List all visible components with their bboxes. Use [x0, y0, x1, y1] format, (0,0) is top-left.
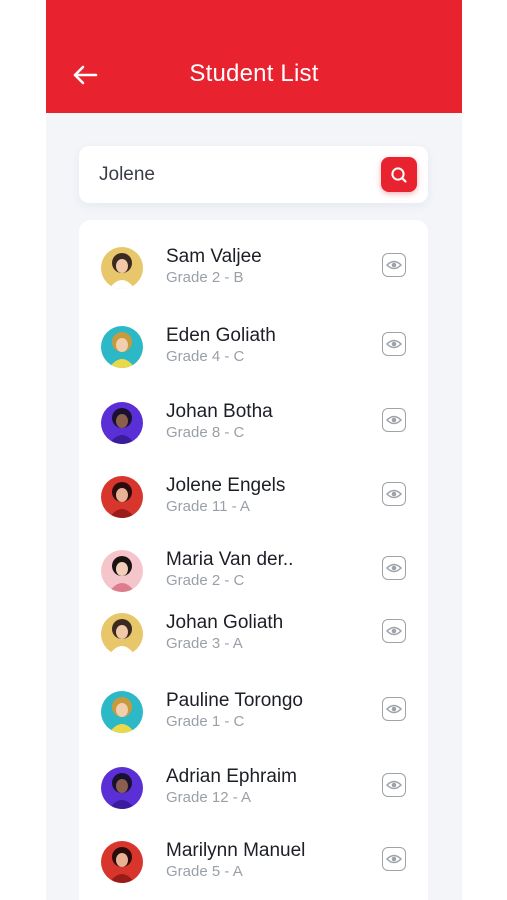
app-screen: Student List Sam Valjee Grade 2 - B Eden G… — [46, 0, 462, 900]
student-avatar — [101, 550, 143, 592]
student-name: Maria Van der.. — [166, 549, 294, 570]
student-name: Adrian Ephraim — [166, 766, 297, 787]
student-row[interactable]: Maria Van der.. Grade 2 - C — [79, 541, 428, 601]
eye-icon — [386, 854, 402, 864]
eye-icon — [386, 489, 402, 499]
eye-icon — [386, 704, 402, 714]
search-bar — [79, 146, 428, 203]
view-student-button[interactable] — [382, 773, 406, 797]
page-title: Student List — [189, 60, 319, 87]
app-header: Student List — [46, 0, 462, 113]
view-student-button[interactable] — [382, 332, 406, 356]
student-name: Sam Valjee — [166, 246, 262, 267]
student-avatar — [101, 247, 143, 289]
student-grade: Grade 1 - C — [166, 713, 245, 730]
student-grade: Grade 8 - C — [166, 424, 245, 441]
eye-icon — [386, 780, 402, 790]
search-icon — [391, 166, 407, 183]
view-student-button[interactable] — [382, 253, 406, 277]
student-name: Johan Goliath — [166, 612, 284, 633]
student-name: Marilynn Manuel — [166, 840, 306, 861]
student-row[interactable]: Jolene Engels Grade 11 - A — [79, 467, 428, 527]
search-button[interactable] — [381, 157, 417, 192]
view-student-button[interactable] — [382, 556, 406, 580]
student-avatar — [101, 476, 143, 518]
student-grade: Grade 3 - A — [166, 635, 243, 652]
student-grade: Grade 2 - B — [166, 269, 244, 286]
eye-icon — [386, 626, 402, 636]
view-student-button[interactable] — [382, 482, 406, 506]
view-student-button[interactable] — [382, 697, 406, 721]
student-avatar — [101, 767, 143, 809]
student-avatar — [101, 841, 143, 883]
student-name: Johan Botha — [166, 401, 273, 422]
student-avatar — [101, 691, 143, 733]
view-student-button[interactable] — [382, 847, 406, 871]
view-student-button[interactable] — [382, 408, 406, 432]
student-grade: Grade 2 - C — [166, 572, 245, 589]
student-row[interactable]: Johan Botha Grade 8 - C — [79, 393, 428, 453]
view-student-button[interactable] — [382, 619, 406, 643]
student-name: Pauline Torongo — [166, 690, 303, 711]
student-row[interactable]: Johan Goliath Grade 3 - A — [79, 604, 428, 664]
student-name: Jolene Engels — [166, 475, 286, 496]
student-grade: Grade 11 - A — [166, 498, 250, 515]
eye-icon — [386, 563, 402, 573]
student-row[interactable]: Adrian Ephraim Grade 12 - A — [79, 758, 428, 818]
student-avatar — [101, 613, 143, 655]
student-grade: Grade 12 - A — [166, 789, 252, 806]
student-avatar — [101, 326, 143, 368]
search-input[interactable] — [99, 162, 359, 188]
eye-icon — [386, 415, 402, 425]
eye-icon — [386, 339, 402, 349]
student-grade: Grade 4 - C — [166, 348, 245, 365]
student-row[interactable]: Marilynn Manuel Grade 5 - A — [79, 832, 428, 892]
student-row[interactable]: Pauline Torongo Grade 1 - C — [79, 682, 428, 742]
student-list: Sam Valjee Grade 2 - B Eden Goliath Grade 4… — [79, 220, 428, 900]
eye-icon — [386, 260, 402, 270]
student-avatar — [101, 402, 143, 444]
student-grade: Grade 5 - A — [166, 863, 243, 880]
student-row[interactable]: Sam Valjee Grade 2 - B — [79, 238, 428, 298]
student-row[interactable]: Eden Goliath Grade 4 - C — [79, 317, 428, 377]
student-name: Eden Goliath — [166, 325, 276, 346]
